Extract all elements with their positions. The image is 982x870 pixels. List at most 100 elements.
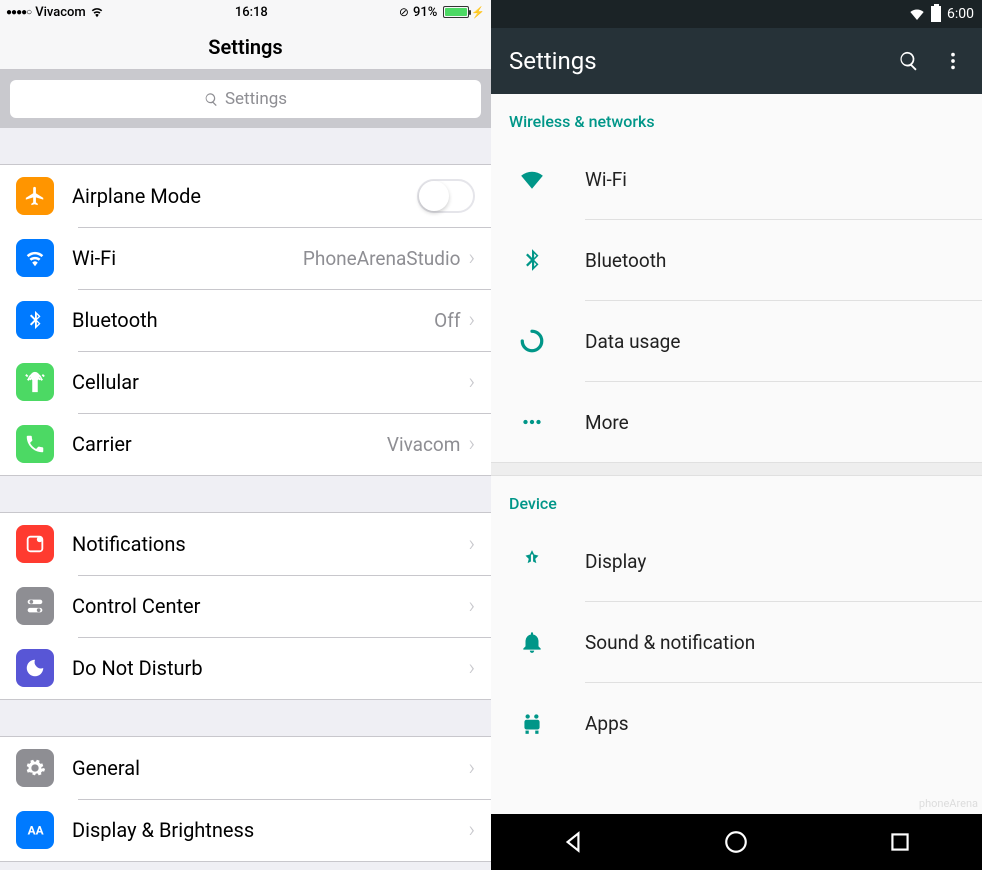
row-label: Cellular xyxy=(72,370,468,394)
chevron-right-icon: › xyxy=(468,246,475,271)
bluetooth-icon xyxy=(509,247,555,273)
row-label: Do Not Disturb xyxy=(72,656,468,680)
row-label: Sound & notification xyxy=(585,631,755,654)
chevron-right-icon: › xyxy=(468,818,475,843)
row-notifications[interactable]: Notifications › xyxy=(0,513,491,575)
chevron-right-icon: › xyxy=(468,432,475,457)
settings-group-notifications: Notifications › Control Center › Do Not … xyxy=(0,512,491,700)
ios-status-bar: ●●●●○ Vivacom 16:18 ⊘ 91% ⚡ xyxy=(0,0,491,24)
row-bluetooth[interactable]: Bluetooth Off › xyxy=(0,289,491,351)
android-status-bar: 6:00 xyxy=(491,0,982,28)
battery-percent: 91% xyxy=(413,5,437,20)
android-content: Wireless & networks Wi-Fi Bluetooth Data… xyxy=(491,94,982,814)
gear-icon xyxy=(16,749,54,787)
row-label: Control Center xyxy=(72,594,468,618)
android-settings-screen: 6:00 Settings Wireless & networks Wi-Fi … xyxy=(491,0,982,870)
clock-label: 6:00 xyxy=(947,6,974,22)
row-detail: Vivacom xyxy=(387,433,461,456)
ios-settings-screen: ●●●●○ Vivacom 16:18 ⊘ 91% ⚡ Settings Set… xyxy=(0,0,491,870)
airplane-icon xyxy=(16,177,54,215)
ios-navbar: Settings xyxy=(0,24,491,70)
search-icon xyxy=(204,92,219,107)
bell-icon xyxy=(509,629,555,655)
display-brightness-icon: AA xyxy=(16,811,54,849)
more-icon xyxy=(509,409,555,435)
search-input[interactable]: Settings xyxy=(10,80,481,118)
row-cellular[interactable]: Cellular › xyxy=(0,351,491,413)
row-do-not-disturb[interactable]: Do Not Disturb › xyxy=(0,637,491,699)
row-label: General xyxy=(72,756,468,780)
battery-icon xyxy=(931,6,941,22)
apps-icon xyxy=(509,710,555,736)
watermark: phoneArena xyxy=(919,797,978,810)
wifi-icon xyxy=(90,5,104,19)
settings-group-connectivity: Airplane Mode Wi-Fi PhoneArenaStudio › B… xyxy=(0,164,491,476)
row-bluetooth[interactable]: Bluetooth xyxy=(491,220,982,300)
row-label: Apps xyxy=(585,712,629,735)
row-label: Airplane Mode xyxy=(72,184,417,208)
signal-dots-icon: ●●●●○ xyxy=(6,7,31,18)
android-navbar xyxy=(491,814,982,870)
search-bar-container: Settings xyxy=(0,70,491,128)
section-header-wireless: Wireless & networks xyxy=(491,94,982,139)
row-label: Display & Brightness xyxy=(72,818,468,842)
search-placeholder: Settings xyxy=(225,89,287,109)
airplane-toggle[interactable] xyxy=(417,179,475,213)
row-sound-notification[interactable]: Sound & notification xyxy=(491,602,982,682)
row-label: Wi-Fi xyxy=(72,246,303,270)
nav-recent-icon[interactable] xyxy=(887,829,913,855)
page-title: Settings xyxy=(509,47,876,75)
row-label: Notifications xyxy=(72,532,468,556)
clock-label: 16:18 xyxy=(235,5,268,20)
notifications-icon xyxy=(16,525,54,563)
control-center-icon xyxy=(16,587,54,625)
row-label: Wi-Fi xyxy=(585,168,627,191)
row-label: Bluetooth xyxy=(72,308,434,332)
phone-icon xyxy=(16,425,54,463)
nav-back-icon[interactable] xyxy=(560,829,586,855)
chevron-right-icon: › xyxy=(468,656,475,681)
wifi-icon xyxy=(909,6,925,22)
row-display[interactable]: Display xyxy=(491,521,982,601)
row-display-brightness[interactable]: AA Display & Brightness › xyxy=(0,799,491,861)
orientation-lock-icon: ⊘ xyxy=(399,5,409,19)
row-detail: PhoneArenaStudio xyxy=(303,247,461,270)
row-data-usage[interactable]: Data usage xyxy=(491,301,982,381)
wifi-icon xyxy=(16,239,54,277)
battery-icon: ⚡ xyxy=(441,6,485,19)
row-wifi[interactable]: Wi-Fi PhoneArenaStudio › xyxy=(0,227,491,289)
row-label: Carrier xyxy=(72,432,387,456)
row-general[interactable]: General › xyxy=(0,737,491,799)
svg-text:AA: AA xyxy=(28,824,44,838)
row-apps[interactable]: Apps xyxy=(491,683,982,763)
wifi-icon xyxy=(509,166,555,192)
chevron-right-icon: › xyxy=(468,308,475,333)
chevron-right-icon: › xyxy=(468,532,475,557)
page-title: Settings xyxy=(208,35,282,59)
section-header-device: Device xyxy=(491,476,982,521)
row-more[interactable]: More xyxy=(491,382,982,462)
row-control-center[interactable]: Control Center › xyxy=(0,575,491,637)
nav-home-icon[interactable] xyxy=(723,829,749,855)
moon-icon xyxy=(16,649,54,687)
row-airplane-mode[interactable]: Airplane Mode xyxy=(0,165,491,227)
search-icon[interactable] xyxy=(898,50,920,72)
data-usage-icon xyxy=(509,328,555,354)
chevron-right-icon: › xyxy=(468,594,475,619)
chevron-right-icon: › xyxy=(468,370,475,395)
row-label: Display xyxy=(585,550,646,573)
android-appbar: Settings xyxy=(491,28,982,94)
bluetooth-icon xyxy=(16,301,54,339)
carrier-label: Vivacom xyxy=(35,5,86,20)
cellular-icon xyxy=(16,363,54,401)
settings-group-general: General › AA Display & Brightness › xyxy=(0,736,491,862)
overflow-menu-icon[interactable] xyxy=(942,50,964,72)
row-label: More xyxy=(585,411,629,434)
row-wifi[interactable]: Wi-Fi xyxy=(491,139,982,219)
row-label: Data usage xyxy=(585,330,680,353)
row-label: Bluetooth xyxy=(585,249,666,272)
row-detail: Off xyxy=(434,309,460,332)
display-icon xyxy=(509,548,555,574)
chevron-right-icon: › xyxy=(468,756,475,781)
row-carrier[interactable]: Carrier Vivacom › xyxy=(0,413,491,475)
